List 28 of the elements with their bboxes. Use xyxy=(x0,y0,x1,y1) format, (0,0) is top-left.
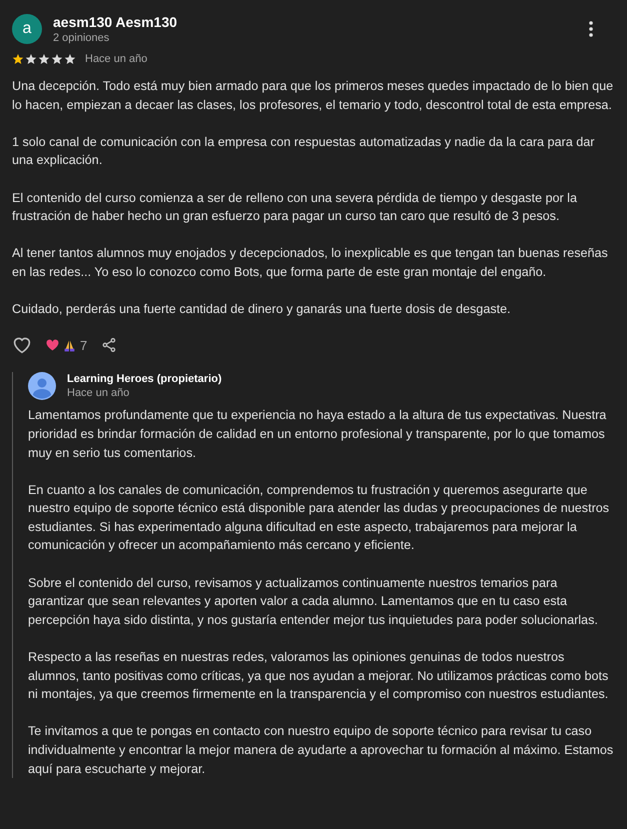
review-paragraph: El contenido del curso comienza a ser de relleno con una severa pérdida de tiempo y desgaste por la frustración de haber hecho un gran esfuerzo para pagar un curso tan caro que resultó de 3 pesos. xyxy=(12,190,578,226)
heart-icon xyxy=(46,339,59,352)
star-icon xyxy=(51,53,63,65)
review-count: 2 opiniones xyxy=(53,32,110,44)
reply-paragraph: En cuanto a los canales de comunicación, comprendemos tu frustración y queremos asegurarte que nuestro equipo de soporte técnico está disponible para atender las dudas y preocupaciones de nuestros estudiantes. Si has experimentado alguna dificultad en este aspecto, trabajaremos para mejorar la comunicación y ofrecer un acompañamiento más cercano y eficiente. xyxy=(28,482,610,554)
review-paragraph: 1 solo canal de comunicación con la empresa con respuestas automatizadas y nadie da la cara para dar una explicación. xyxy=(12,134,596,170)
star-icon xyxy=(25,53,37,65)
reply-paragraph: Te invitamos a que te pongas en contacto con nuestro equipo de soporte técnico para revisar tu caso individualmente y encontrar la mejor manera de ayudarte a aprovechar tu formación al máximo. Estamos aquí para escucharte y mejorar. xyxy=(28,723,614,778)
review-paragraph: Una decepción. Todo está muy bien armado para que los primeros meses quedes impactado de lo bien que lo hacen, empiezan a decaer las clases, los profesores, el temario y todo, descontrol total de esta empresa. xyxy=(12,78,614,114)
reviewer-name: aesm130 Aesm130 xyxy=(53,14,178,30)
review-paragraph: Al tener tantos alumnos muy enojados y decepcionados, lo inexplicable es que tengan tan buenas reseñas en las redes... Yo eso lo conozco como Bots, que forma parte de este gran montaje del engaño. xyxy=(12,245,609,281)
review-time: Hace un año xyxy=(85,53,148,65)
user-avatar: a xyxy=(12,14,42,44)
owner-avatar xyxy=(28,372,56,400)
more-options-icon[interactable] xyxy=(589,21,593,37)
praying-hands-icon xyxy=(63,338,76,352)
star-icon xyxy=(64,53,76,65)
star-icon xyxy=(38,53,50,65)
reply-paragraph: Sobre el contenido del curso, revisamos y actualizamos continuamente nuestros temarios para garantizar que sean relevantes y aporten valor a cada alumno. Lamentamos que en tu caso esta percepción haya sido distinta, y nos gustaría entender mejor tus inquietudes para poder solucionarlas. xyxy=(28,574,599,629)
reply-time: Hace un año xyxy=(67,387,130,400)
review-paragraph: Cuidado, perderás una fuerte cantidad de dinero y ganarás una fuerte dosis de desgaste. xyxy=(12,301,512,318)
reactions-button[interactable]: 7 xyxy=(46,338,88,353)
owner-name: Learning Heroes (propietario) xyxy=(67,373,223,386)
reply-paragraph: Respecto a las reseñas en nuestras redes, valoramos las opiniones genuinas de todos nuestros alumnos, tanto positivas como críticas, ya que nos ayudan a mejorar. No utilizamos prácticas como bots ni montajes, ya que creemos firmemente en la transparencia y el compromiso con nuestros estudiantes. xyxy=(28,649,610,704)
share-button[interactable] xyxy=(101,336,118,354)
reply-paragraph: Lamentamos profundamente que tu experiencia no haya estado a la altura de tus expectativas. Nuestra prioridad es brindar formación de calidad en un entorno profesional y transparente, por lo que tomamos muy en serio tus comentarios. xyxy=(28,407,608,462)
like-button[interactable] xyxy=(12,336,32,354)
star-icon xyxy=(12,53,24,65)
